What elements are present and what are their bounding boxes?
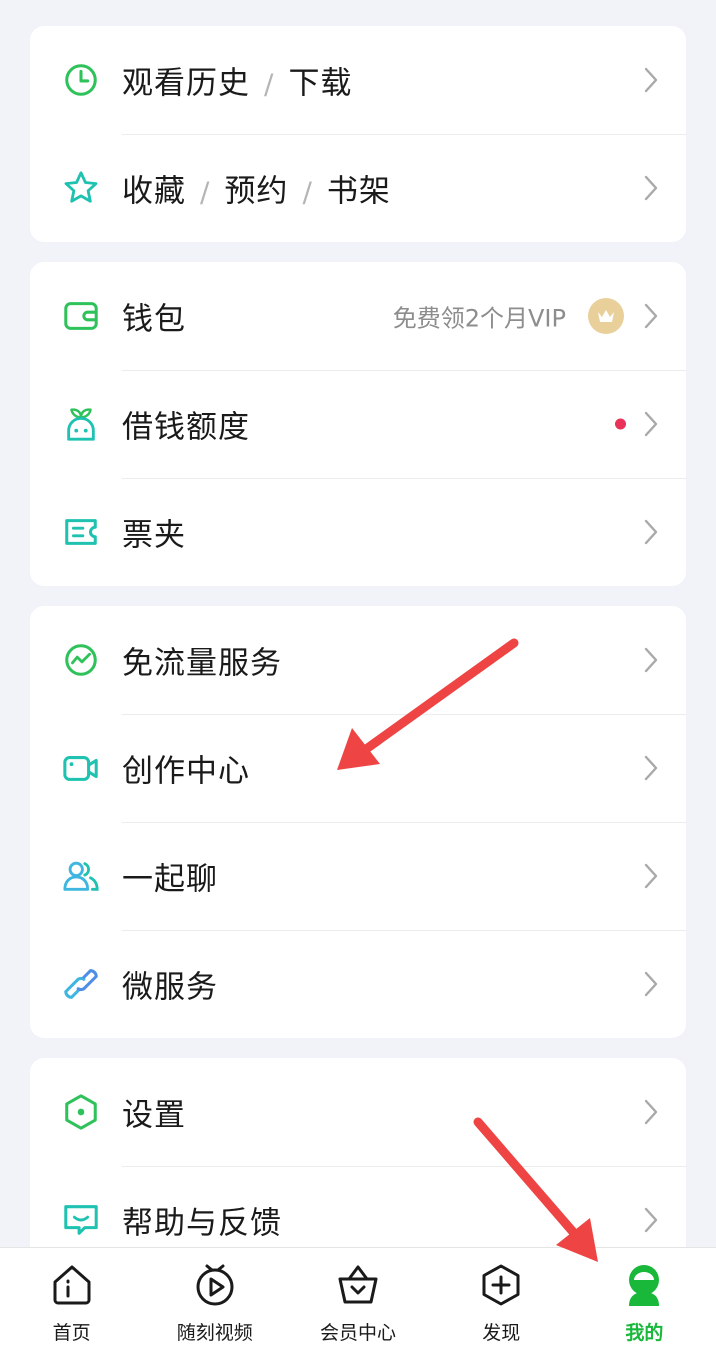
reserve-text: 预约: [224, 173, 289, 210]
row-label-credit: 借钱额度: [122, 409, 250, 446]
tab-discover-label: 发现: [482, 1322, 521, 1344]
video-camera-icon: [62, 749, 100, 787]
chevron-right-icon: [644, 303, 658, 329]
row-settings[interactable]: 设置: [30, 1058, 686, 1166]
chevron-right-icon: [644, 647, 658, 673]
bottom-tab-bar: 首页 随刻视频 会员中心 发现 我的: [0, 1247, 716, 1345]
row-free-traffic[interactable]: 免流量服务: [30, 606, 686, 714]
feedback-icon: [62, 1201, 100, 1239]
sprout-icon: [62, 405, 100, 443]
video-play-icon: [192, 1262, 238, 1308]
favorites-text: 收藏: [122, 173, 186, 210]
bookshelf-text: 书架: [326, 173, 391, 210]
row-chat-together[interactable]: 一起聊: [30, 822, 686, 930]
tab-member-center-label: 会员中心: [320, 1322, 397, 1344]
vip-crown-icon: [588, 298, 624, 334]
chevron-right-icon: [644, 971, 658, 997]
row-label-help-feedback: 帮助与反馈: [122, 1205, 282, 1242]
row-label-history: 观看历史 / 下载: [122, 58, 352, 103]
row-history-download[interactable]: 观看历史 / 下载: [30, 26, 686, 134]
notification-dot: [615, 418, 626, 430]
chevron-right-icon: [644, 1207, 658, 1233]
chevron-right-icon: [644, 67, 658, 93]
chevron-right-icon: [644, 175, 658, 201]
row-label-chat-together: 一起聊: [122, 861, 218, 898]
row-credit[interactable]: 借钱额度: [30, 370, 686, 478]
row-favorites[interactable]: 收藏 / 预约 / 书架: [30, 134, 686, 242]
row-label-creator-center: 创作中心: [122, 753, 250, 790]
row-tickets[interactable]: 票夹: [30, 478, 686, 586]
separator: /: [200, 175, 211, 209]
row-label-favorites: 收藏 / 预约 / 书架: [122, 166, 391, 211]
chevron-right-icon: [644, 863, 658, 889]
download-text: 下载: [288, 65, 353, 102]
separator: /: [264, 67, 275, 101]
chevron-right-icon: [644, 411, 658, 437]
chevron-right-icon: [644, 519, 658, 545]
traffic-icon: [62, 641, 100, 679]
separator: /: [302, 175, 313, 209]
chevron-right-icon: [644, 1099, 658, 1125]
tab-home[interactable]: 首页: [0, 1248, 143, 1345]
people-icon: [62, 857, 100, 895]
wallet-icon: [62, 297, 100, 335]
card-services: 免流量服务 创作中心 一起聊 微服务: [30, 606, 686, 1038]
settings-hexagon-icon: [62, 1093, 100, 1131]
row-label-tickets: 票夹: [122, 517, 186, 554]
row-wallet[interactable]: 钱包 免费领2个月VIP: [30, 262, 686, 370]
row-creator-center[interactable]: 创作中心: [30, 714, 686, 822]
row-label-wallet: 钱包: [122, 301, 186, 338]
tab-discover[interactable]: 发现: [430, 1248, 573, 1345]
tab-home-label: 首页: [52, 1322, 91, 1344]
tab-suike-video-label: 随刻视频: [176, 1322, 253, 1344]
star-icon: [62, 169, 100, 207]
ticket-icon: [62, 513, 100, 551]
row-label-micro-service: 微服务: [122, 969, 218, 1006]
link-icon: [62, 965, 100, 1003]
card-wallet: 钱包 免费领2个月VIP 借钱额度 票夹: [30, 262, 686, 586]
add-circle-icon: [478, 1262, 524, 1308]
home-icon: [49, 1262, 95, 1308]
row-micro-service[interactable]: 微服务: [30, 930, 686, 1038]
tab-me-label: 我的: [625, 1322, 664, 1344]
row-label-free-traffic: 免流量服务: [122, 645, 282, 682]
chevron-right-icon: [644, 755, 658, 781]
history-text: 观看历史: [122, 65, 250, 102]
profile-icon: [621, 1262, 667, 1308]
member-basket-icon: [335, 1262, 381, 1308]
clock-icon: [62, 61, 100, 99]
vip-promo-text: 免费领2个月VIP: [392, 304, 566, 333]
tab-suike-video[interactable]: 随刻视频: [143, 1248, 286, 1345]
card-history: 观看历史 / 下载 收藏 / 预约 / 书架: [30, 26, 686, 242]
tab-member-center[interactable]: 会员中心: [286, 1248, 429, 1345]
row-label-settings: 设置: [122, 1097, 186, 1134]
tab-me[interactable]: 我的: [573, 1248, 716, 1345]
